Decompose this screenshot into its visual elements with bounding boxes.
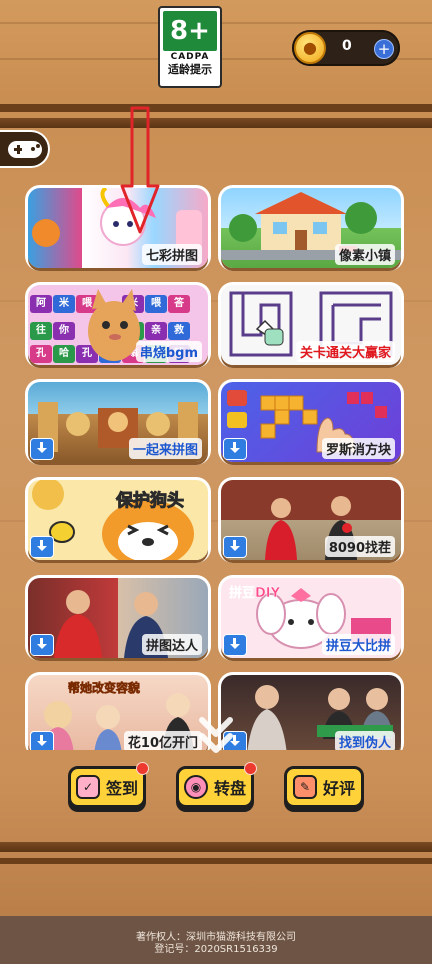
coin-counter[interactable]: ● 0 + bbox=[292, 30, 400, 66]
game-title: 8090找茬 bbox=[324, 536, 395, 557]
wheel-label: 转盘 bbox=[213, 779, 246, 798]
gamepad-button[interactable] bbox=[0, 130, 50, 168]
age-rating-org: CADPA bbox=[170, 52, 210, 62]
review-label: 好评 bbox=[322, 779, 355, 798]
art-title: 拼豆DIY bbox=[229, 586, 281, 602]
game-card[interactable]: 关卡通关大赢家 bbox=[221, 285, 401, 365]
wheel-button[interactable]: ◉ 转盘 bbox=[176, 762, 257, 808]
download-icon[interactable] bbox=[223, 536, 247, 558]
game-title: 像素小镇 bbox=[334, 244, 395, 265]
coin-value: 0 bbox=[342, 38, 352, 54]
game-card[interactable]: 帮她改变容貌 花10亿开门 bbox=[28, 675, 208, 750]
scroll-down-icon[interactable] bbox=[196, 712, 236, 762]
game-card[interactable]: 阿米喂米喂答往你你爽亲救孔哈孔哈嗡救咪基 串烧bgm bbox=[28, 285, 208, 365]
download-icon[interactable] bbox=[30, 731, 54, 750]
game-card[interactable]: 8090找茬 bbox=[221, 480, 401, 560]
age-rating-badge: 8+ CADPA 适龄提示 bbox=[158, 6, 222, 88]
wood-plank bbox=[0, 842, 432, 852]
download-icon[interactable] bbox=[223, 438, 247, 460]
game-title: 串烧bgm bbox=[135, 341, 202, 362]
plus-icon[interactable]: + bbox=[374, 39, 394, 59]
age-rating-label: 适龄提示 bbox=[168, 63, 212, 76]
wood-plank bbox=[0, 104, 432, 112]
game-title: 一起来拼图 bbox=[128, 438, 202, 459]
copyright-holder: 著作权人：深圳市猫游科技有限公司 bbox=[136, 932, 296, 943]
game-thumbnail: 保护狗头 bbox=[28, 480, 208, 560]
pencil-icon: ✎ bbox=[292, 775, 317, 799]
gamepad-icon bbox=[8, 141, 42, 158]
game-card[interactable]: 罗斯消方块 bbox=[221, 382, 401, 462]
game-title: 拼图达人 bbox=[141, 634, 202, 655]
copyright-footer: 著作权人：深圳市猫游科技有限公司 登记号：2020SR1516339 bbox=[0, 916, 432, 964]
notification-dot bbox=[244, 762, 257, 775]
registration-number: 登记号：2020SR1516339 bbox=[154, 944, 278, 955]
game-title: 花10亿开门 bbox=[123, 731, 202, 750]
game-card[interactable]: 拼豆DIY 拼豆大比拼 bbox=[221, 578, 401, 658]
checkin-label: 签到 bbox=[105, 779, 138, 798]
age-rating-number: 8+ bbox=[163, 11, 217, 51]
download-icon[interactable] bbox=[223, 634, 247, 656]
checkin-button[interactable]: ✓ 签到 bbox=[68, 762, 149, 808]
pointer-arrow-icon bbox=[120, 106, 160, 234]
game-card[interactable]: 一起来拼图 bbox=[28, 382, 208, 462]
game-title: 找到伪人 bbox=[334, 731, 395, 750]
wheel-icon: ◉ bbox=[183, 775, 208, 799]
game-title: 关卡通关大赢家 bbox=[295, 341, 395, 362]
wood-plank bbox=[0, 118, 432, 128]
game-title: 拼豆大比拼 bbox=[321, 634, 395, 655]
notification-dot bbox=[136, 762, 149, 775]
game-title: 七彩拼图 bbox=[141, 244, 202, 265]
game-card[interactable]: 找到伪人 bbox=[221, 675, 401, 750]
game-card[interactable]: 像素小镇 bbox=[221, 188, 401, 268]
game-card[interactable]: 七彩拼图 bbox=[28, 188, 208, 268]
review-button[interactable]: ✎ 好评 bbox=[284, 766, 364, 808]
calendar-check-icon: ✓ bbox=[75, 775, 100, 799]
art-title: 帮她改变容貌 bbox=[68, 681, 141, 696]
download-icon[interactable] bbox=[30, 438, 54, 460]
game-card[interactable]: 拼图达人 bbox=[28, 578, 208, 658]
art-title: 保护狗头 bbox=[116, 491, 185, 512]
wood-plank bbox=[0, 858, 432, 864]
paw-coin-icon: ● bbox=[294, 32, 326, 64]
game-title: 罗斯消方块 bbox=[321, 438, 395, 459]
download-icon[interactable] bbox=[30, 536, 54, 558]
game-card[interactable]: 保护狗头 bbox=[28, 480, 208, 560]
download-icon[interactable] bbox=[30, 634, 54, 656]
game-grid: 七彩拼图 像素小镇 阿米喂米喂答往你你爽亲救孔哈孔哈嗡救咪基 bbox=[16, 170, 416, 750]
